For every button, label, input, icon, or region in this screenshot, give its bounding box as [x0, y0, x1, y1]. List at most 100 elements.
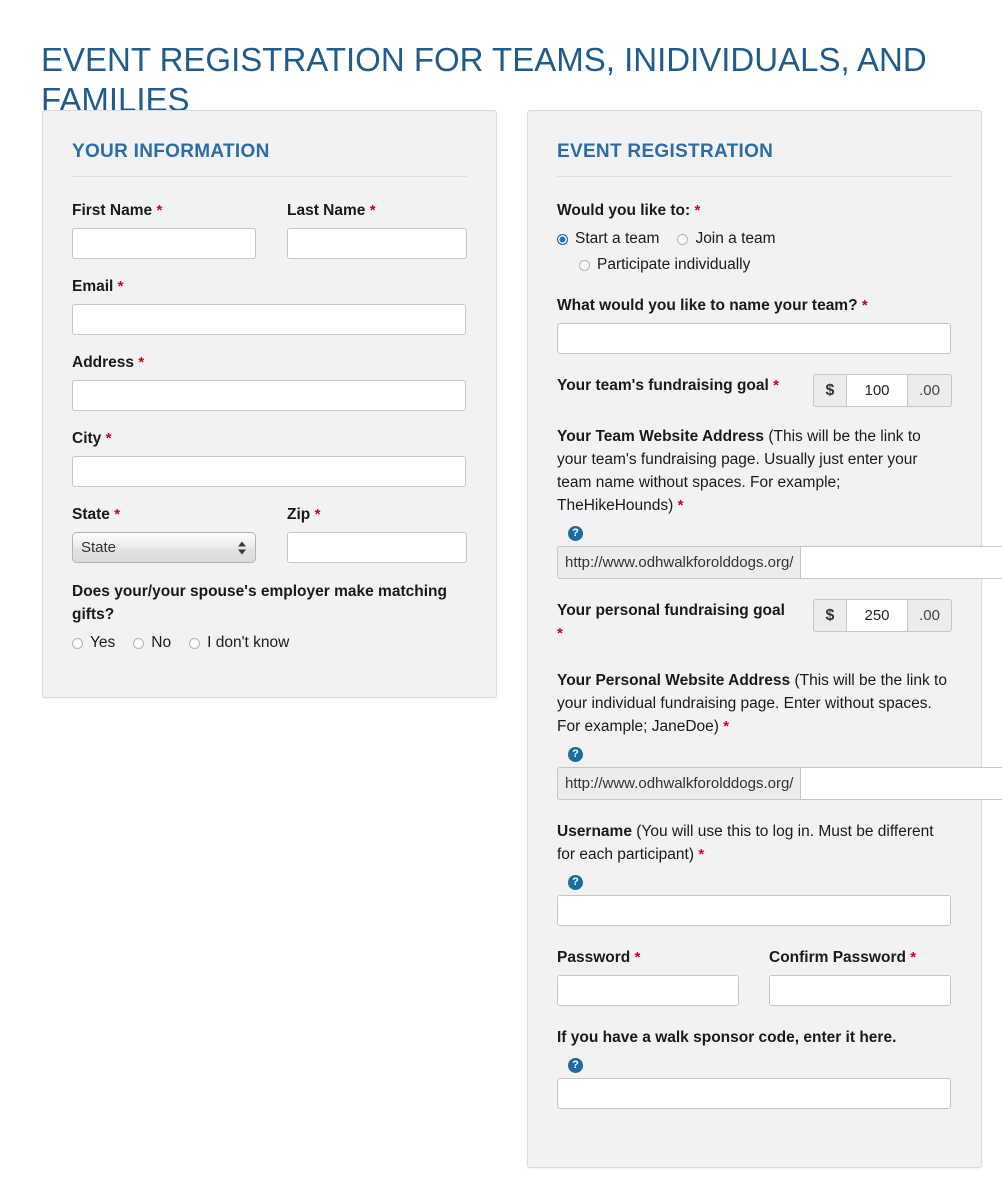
event-registration-heading: EVENT REGISTRATION [557, 141, 952, 177]
radio-icon-selected [557, 233, 568, 245]
option-label: Participate individually [597, 256, 751, 273]
sponsor-code-input[interactable] [557, 1078, 951, 1109]
option-label: No [151, 634, 172, 651]
personal-goal-field: Your personal fundraising goal * $ .00 [557, 599, 952, 651]
required-marker: * [677, 497, 684, 514]
personal-goal-label: Your personal fundraising goal * [557, 602, 785, 642]
page-title: EVENT REGISTRATION FOR TEAMS, INIDIVIDUA… [41, 41, 927, 119]
password-row: Password * Confirm Password * [557, 946, 952, 1006]
registration-page: EVENT REGISTRATION FOR TEAMS, INIDIVIDUA… [0, 0, 1002, 1188]
your-information-panel: YOUR INFORMATION First Name * Last Name … [42, 110, 497, 698]
your-information-heading: YOUR INFORMATION [72, 141, 467, 177]
zip-field: Zip * [287, 503, 467, 563]
email-input[interactable] [72, 304, 466, 335]
personal-website-input-group: http://www.odhwalkforolddogs.org/ [557, 767, 1002, 800]
team-website-input[interactable] [800, 546, 1002, 579]
team-goal-label: Your team's fundraising goal * [557, 377, 779, 394]
option-label: I don't know [207, 634, 290, 651]
radio-icon [677, 233, 689, 245]
event-registration-panel: EVENT REGISTRATION Would you like to: * … [527, 110, 1002, 1168]
required-marker: * [861, 297, 868, 314]
required-marker: * [114, 506, 121, 523]
team-name-field: What would you like to name your team? * [557, 294, 952, 354]
first-name-field: First Name * [72, 199, 256, 259]
confirm-password-label: Confirm Password * [769, 949, 917, 966]
team-name-label: What would you like to name your team? * [557, 297, 868, 314]
team-website-label: Your Team Website Address (This will be … [557, 428, 921, 514]
participation-type-radio-group-row1: Start a team Join a team [557, 228, 952, 250]
sponsor-code-field: If you have a walk sponsor code, enter i… [557, 1026, 952, 1109]
state-field: State * State [72, 503, 256, 563]
confirm-password-field: Confirm Password * [769, 946, 951, 1006]
password-field: Password * [557, 946, 739, 1006]
option-label: Join a team [695, 230, 776, 247]
state-select[interactable]: State [72, 532, 256, 563]
city-input[interactable] [72, 456, 466, 487]
required-marker: * [910, 949, 917, 966]
personal-website-input[interactable] [800, 767, 1002, 800]
personal-website-field: Your Personal Website Address (This will… [557, 669, 1002, 800]
personal-website-label: Your Personal Website Address (This will… [557, 672, 947, 735]
matching-gifts-radio-group: Yes No I don't know [72, 632, 467, 654]
help-circle-icon[interactable]: ? [568, 526, 583, 541]
option-start-a-team[interactable]: Start a team [557, 228, 659, 250]
radio-icon [579, 259, 590, 271]
required-marker: * [557, 625, 563, 642]
radio-icon [189, 637, 201, 649]
option-label: Start a team [575, 230, 660, 247]
participation-type-field: Would you like to: * Start a team Join a… [557, 199, 952, 276]
state-label: State * [72, 506, 121, 523]
last-name-input[interactable] [287, 228, 467, 259]
help-circle-icon[interactable]: ? [568, 1058, 583, 1073]
required-marker: * [694, 202, 701, 219]
matching-gifts-field: Does your/your spouse's employer make ma… [72, 580, 467, 654]
zip-input[interactable] [287, 532, 467, 563]
address-field: Address * [72, 351, 467, 411]
last-name-field: Last Name * [287, 199, 467, 259]
email-label: Email * [72, 278, 124, 295]
sponsor-code-label: If you have a walk sponsor code, enter i… [557, 1029, 897, 1046]
team-goal-amount-input[interactable] [846, 374, 908, 407]
team-name-input[interactable] [557, 323, 951, 354]
required-marker: * [105, 430, 112, 447]
password-label: Password * [557, 949, 641, 966]
state-select-value: State [72, 532, 256, 563]
personal-goal-input-group: $ .00 [813, 599, 952, 632]
url-prefix: http://www.odhwalkforolddogs.org/ [557, 546, 801, 579]
username-input[interactable] [557, 895, 951, 926]
radio-icon [72, 637, 83, 649]
team-website-input-group: http://www.odhwalkforolddogs.org/ [557, 546, 1002, 579]
radio-icon [133, 637, 145, 649]
matching-gifts-question: Does your/your spouse's employer make ma… [72, 583, 447, 623]
currency-symbol: $ [813, 374, 846, 407]
url-prefix: http://www.odhwalkforolddogs.org/ [557, 767, 801, 800]
required-marker: * [723, 718, 730, 735]
address-input[interactable] [72, 380, 466, 411]
option-participate-individually[interactable]: Participate individually [579, 254, 750, 276]
cents-suffix: .00 [908, 374, 952, 407]
cents-suffix: .00 [908, 599, 952, 632]
team-website-field: Your Team Website Address (This will be … [557, 425, 1002, 579]
option-join-a-team[interactable]: Join a team [677, 228, 776, 250]
matching-gifts-option-yes[interactable]: Yes [72, 632, 115, 654]
zip-label: Zip * [287, 506, 321, 523]
username-field: Username (You will use this to log in. M… [557, 820, 952, 926]
required-marker: * [156, 202, 163, 219]
confirm-password-input[interactable] [769, 975, 951, 1006]
matching-gifts-option-dont-know[interactable]: I don't know [189, 632, 289, 654]
option-label: Yes [90, 634, 116, 651]
help-circle-icon[interactable]: ? [568, 875, 583, 890]
password-input[interactable] [557, 975, 739, 1006]
first-name-input[interactable] [72, 228, 256, 259]
participation-type-radio-group-row2: Participate individually [557, 254, 952, 276]
help-circle-icon[interactable]: ? [568, 747, 583, 762]
participation-type-label: Would you like to: * [557, 202, 701, 219]
matching-gifts-option-no[interactable]: No [133, 632, 171, 654]
required-marker: * [634, 949, 641, 966]
personal-goal-amount-input[interactable] [846, 599, 908, 632]
currency-symbol: $ [813, 599, 846, 632]
team-goal-field: Your team's fundraising goal * $ .00 [557, 374, 952, 407]
city-label: City * [72, 430, 112, 447]
